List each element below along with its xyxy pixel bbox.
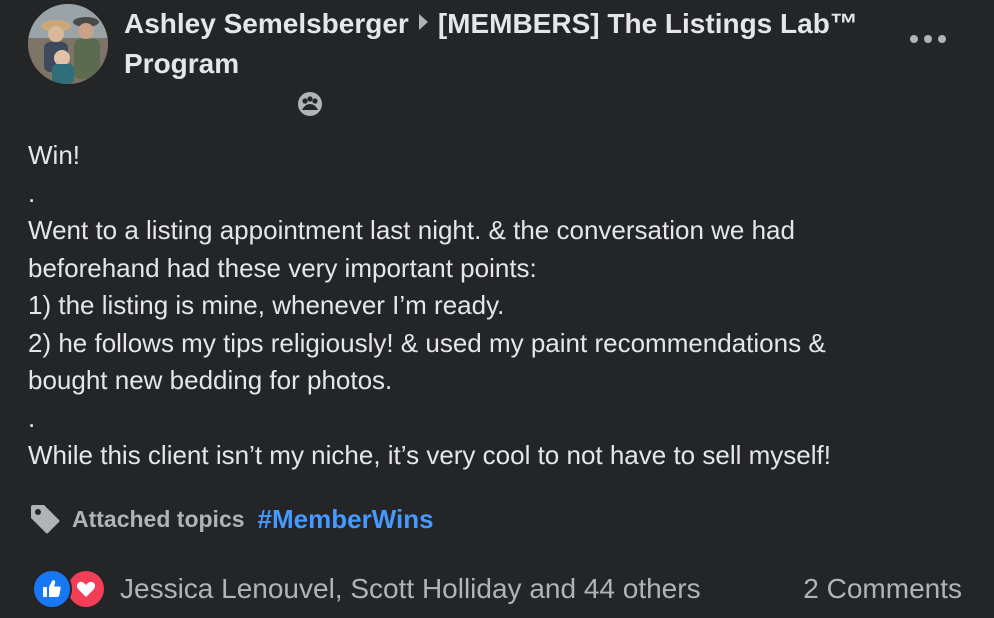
attached-topics: Attached topics #MemberWins: [28, 498, 434, 540]
love-icon: [66, 569, 106, 609]
more-horizontal-icon-dot: [924, 35, 932, 43]
post-body: Win! . Went to a listing appointment las…: [28, 137, 958, 475]
comments-count[interactable]: 2 Comments: [803, 569, 962, 609]
post-line: Win!: [28, 140, 80, 170]
post-line: 1) the listing is mine, whenever I’m rea…: [28, 290, 505, 320]
post-line: While this client isn’t my niche, it’s v…: [28, 440, 831, 470]
tag-icon: [31, 505, 60, 534]
topic-tag-link[interactable]: #MemberWins: [258, 504, 434, 535]
post-line: .: [28, 402, 36, 433]
author-name[interactable]: Ashley Semelsberger: [124, 8, 409, 39]
post-line: .: [28, 177, 36, 208]
post-header: Ashley Semelsberger [MEMBERS] The Listing…: [124, 4, 864, 84]
more-horizontal-icon: [910, 35, 918, 43]
reactions-bar: Jessica Lenouvel, Scott Holliday and 44 …: [32, 565, 972, 611]
post-line: 2) he follows my tips religiously! & use…: [28, 327, 826, 358]
topics-label: Attached topics: [72, 505, 245, 532]
avatar-photo: [28, 4, 108, 84]
post-line: Went to a listing appointment last night…: [28, 215, 795, 245]
caret-right-icon: [418, 14, 428, 30]
group-post: Ashley Semelsberger [MEMBERS] The Listing…: [0, 0, 994, 618]
members-privacy-icon[interactable]: [297, 91, 323, 117]
reactors-text[interactable]: Jessica Lenouvel, Scott Holliday and 44 …: [120, 569, 701, 609]
like-icon: [32, 569, 72, 609]
reaction-icons[interactable]: [32, 569, 108, 609]
more-horizontal-icon-dot: [938, 35, 946, 43]
more-options-button[interactable]: [908, 28, 948, 50]
author-avatar[interactable]: [28, 4, 108, 84]
post-line: beforehand had these very important poin…: [28, 252, 537, 283]
post-line: bought new bedding for photos.: [28, 365, 393, 395]
